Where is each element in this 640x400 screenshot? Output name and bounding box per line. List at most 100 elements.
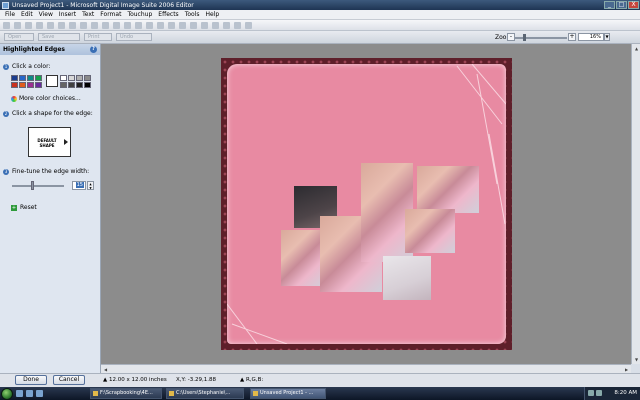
network-icon[interactable]	[588, 390, 594, 396]
fill-icon[interactable]	[201, 21, 208, 29]
gray-swatches	[60, 75, 91, 88]
new-icon[interactable]	[3, 21, 10, 29]
reset-button[interactable]: + Reset	[11, 204, 37, 211]
gray-swatch[interactable]	[76, 75, 83, 81]
volume-icon[interactable]	[596, 390, 602, 396]
project-canvas[interactable]	[221, 58, 512, 350]
open-icon[interactable]	[14, 21, 21, 29]
brush-icon[interactable]	[179, 21, 186, 29]
color-swatch[interactable]	[27, 82, 34, 88]
maximize-button[interactable]: □	[616, 1, 627, 9]
menu-help[interactable]: Help	[202, 11, 222, 18]
toolbar-print-button[interactable]: Print	[84, 33, 112, 41]
color-swatch[interactable]	[19, 75, 26, 81]
gray-swatch[interactable]	[60, 82, 67, 88]
toolbar-undo-button[interactable]: Undo	[116, 33, 152, 41]
more-colors-link[interactable]: More color choices...	[11, 95, 81, 102]
cancel-button[interactable]: Cancel	[53, 375, 85, 385]
edge-width-slider-thumb[interactable]	[31, 181, 34, 190]
switch-windows-icon[interactable]	[26, 390, 33, 397]
gray-swatch[interactable]	[76, 82, 83, 88]
select-icon[interactable]	[157, 21, 164, 29]
taskbar-item-users-folder[interactable]: C:\Users\Stephanie\...	[166, 388, 244, 399]
color-swatch[interactable]	[11, 75, 18, 81]
crop-icon[interactable]	[113, 21, 120, 29]
gray-swatch[interactable]	[84, 75, 91, 81]
color-swatch[interactable]	[35, 82, 42, 88]
color-swatch[interactable]	[27, 75, 34, 81]
zoom-value[interactable]: 16%	[578, 33, 604, 41]
text-icon[interactable]	[212, 21, 219, 29]
scroll-up-icon[interactable]: ▲	[632, 44, 640, 53]
zoom-in-button[interactable]: +	[568, 33, 576, 41]
photo-piece[interactable]	[405, 209, 455, 253]
color-swatches	[11, 75, 42, 88]
horizontal-scrollbar[interactable]: ◀ ▶	[101, 364, 631, 373]
menu-bar: File Edit View Insert Text Format Touchu…	[0, 10, 640, 20]
gray-swatch[interactable]	[84, 82, 91, 88]
step-1-label: Click a color:	[12, 63, 51, 70]
taskbar-item-scrapbooking-folder[interactable]: F:\Scrapbooking\4E...	[90, 388, 162, 399]
clock[interactable]: 8:20 AM	[614, 390, 637, 396]
close-button[interactable]: X	[628, 1, 639, 9]
color-swatch[interactable]	[35, 75, 42, 81]
gray-swatch[interactable]	[68, 82, 75, 88]
help-icon[interactable]: ?	[90, 46, 97, 53]
menu-touchup[interactable]: Touchup	[124, 11, 155, 18]
flip-icon[interactable]	[146, 21, 153, 29]
edge-width-spinner[interactable]: ▲ ▼	[87, 181, 94, 190]
scroll-down-icon[interactable]: ▼	[632, 355, 640, 364]
edge-width-input[interactable]: 15	[72, 181, 86, 190]
vertical-scrollbar[interactable]: ▲ ▼	[631, 44, 640, 364]
step-width: 3 Fine-tune the edge width:	[3, 168, 89, 175]
start-button[interactable]	[1, 387, 13, 400]
undo-icon[interactable]	[58, 21, 65, 29]
zoom-slider-thumb[interactable]	[523, 34, 527, 41]
redo-icon[interactable]	[69, 21, 76, 29]
taskbar-item-image-editor[interactable]: Unsaved Project1 - ...	[250, 388, 326, 399]
email-icon[interactable]	[47, 21, 54, 29]
zoom-dropdown-icon[interactable]: ▼	[604, 33, 610, 41]
edge-width-slider[interactable]	[12, 185, 64, 187]
photo-piece[interactable]	[417, 166, 479, 213]
edge-shape-picker[interactable]: DEFAULT SHAPE	[28, 127, 71, 157]
color-swatch[interactable]	[11, 82, 18, 88]
menu-view[interactable]: View	[36, 11, 56, 18]
color-swatch[interactable]	[19, 82, 26, 88]
gray-swatch[interactable]	[60, 75, 67, 81]
paste-icon[interactable]	[102, 21, 109, 29]
panel-header: Highlighted Edges ?	[0, 44, 100, 55]
lasso-icon[interactable]	[168, 21, 175, 29]
print-icon[interactable]	[36, 21, 43, 29]
show-desktop-icon[interactable]	[16, 390, 23, 397]
menu-tools[interactable]: Tools	[182, 11, 203, 18]
selected-color-swatch[interactable]	[46, 75, 58, 87]
rotate-right-icon[interactable]	[135, 21, 142, 29]
step-2-badge: 2	[3, 110, 9, 117]
menu-file[interactable]: File	[2, 11, 18, 18]
copy-icon[interactable]	[91, 21, 98, 29]
menu-insert[interactable]: Insert	[56, 11, 79, 18]
toolbar-save-button[interactable]: Save	[38, 33, 80, 41]
menu-format[interactable]: Format	[97, 11, 124, 18]
browser-icon[interactable]	[36, 390, 43, 397]
eraser-icon[interactable]	[190, 21, 197, 29]
shape-icon[interactable]	[223, 21, 230, 29]
minimize-button[interactable]: _	[604, 1, 615, 9]
done-button[interactable]: Done	[15, 375, 47, 385]
menu-effects[interactable]: Effects	[155, 11, 181, 18]
menu-edit[interactable]: Edit	[18, 11, 36, 18]
reset-label: Reset	[20, 204, 37, 211]
more-colors-label: More color choices...	[19, 95, 81, 102]
zoom-out-button[interactable]: -	[507, 33, 515, 41]
eyedropper-icon[interactable]	[234, 21, 241, 29]
photo-piece[interactable]	[383, 256, 431, 300]
zoom-icon[interactable]	[245, 21, 252, 29]
save-icon[interactable]	[25, 21, 32, 29]
rotate-left-icon[interactable]	[124, 21, 131, 29]
reset-icon: +	[11, 204, 17, 211]
toolbar-open-button[interactable]: Open	[4, 33, 34, 41]
gray-swatch[interactable]	[68, 75, 75, 81]
cut-icon[interactable]	[80, 21, 87, 29]
menu-text[interactable]: Text	[79, 11, 97, 18]
